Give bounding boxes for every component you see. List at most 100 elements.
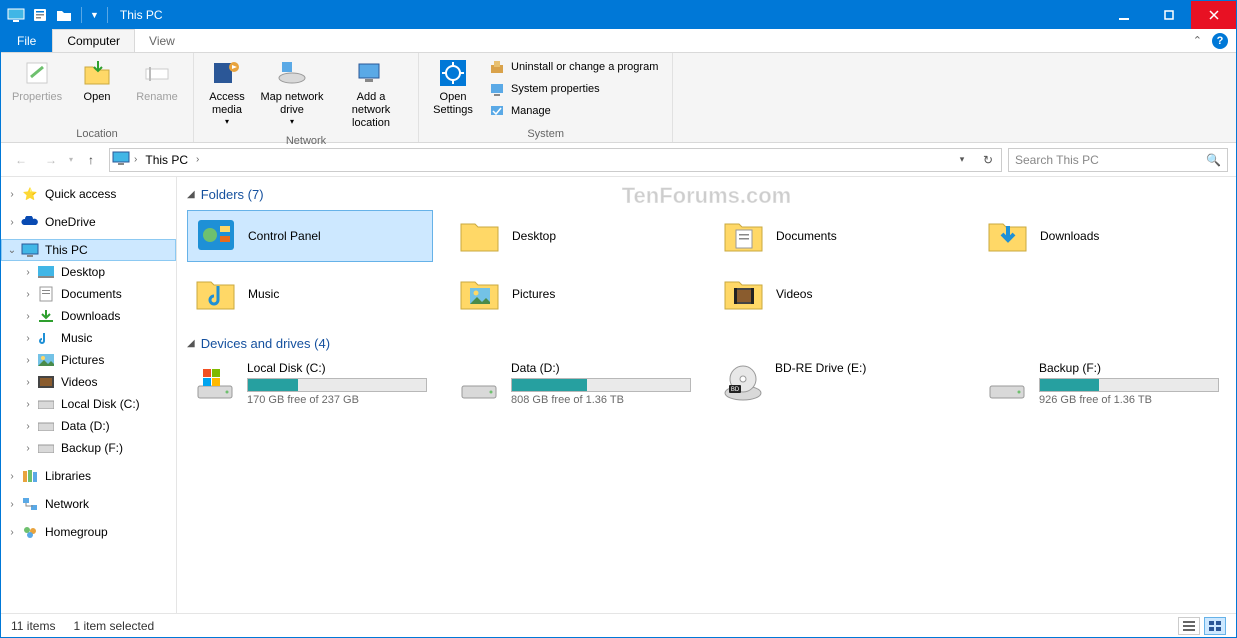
tab-view[interactable]: View xyxy=(135,29,189,52)
folder-label: Documents xyxy=(776,229,837,243)
tree-music[interactable]: ›Music xyxy=(1,327,176,349)
qat-properties-icon[interactable] xyxy=(29,4,51,26)
history-dropdown[interactable]: ▾ xyxy=(69,155,73,164)
folder-tile[interactable]: Control Panel xyxy=(187,210,433,262)
expand-icon[interactable]: › xyxy=(21,443,35,454)
folder-tile[interactable]: Desktop xyxy=(451,210,697,262)
bd-icon: BD xyxy=(721,361,765,405)
tree-libraries[interactable]: ›Libraries xyxy=(1,465,176,487)
drives-section-header[interactable]: ◢ Devices and drives (4) xyxy=(187,332,1226,359)
qat-this-pc-icon[interactable] xyxy=(5,4,27,26)
tree-quick-access[interactable]: › ⭐ Quick access xyxy=(1,183,176,205)
drive-tile[interactable]: Data (D:)808 GB free of 1.36 TB xyxy=(451,359,697,408)
drive-icon xyxy=(37,395,55,413)
status-bar: 11 items 1 item selected xyxy=(1,613,1236,637)
libraries-icon xyxy=(21,467,39,485)
expand-icon[interactable]: › xyxy=(5,499,19,510)
tree-this-pc[interactable]: ⌄ This PC xyxy=(1,239,176,261)
folders-section-header[interactable]: ◢ Folders (7) xyxy=(187,183,1226,210)
tab-computer[interactable]: Computer xyxy=(52,29,135,52)
expand-icon[interactable]: › xyxy=(5,189,19,200)
close-button[interactable] xyxy=(1191,1,1236,29)
address-crumb[interactable]: This PC xyxy=(141,153,192,167)
qat-separator xyxy=(107,7,108,23)
details-view-button[interactable] xyxy=(1178,617,1200,635)
maximize-button[interactable] xyxy=(1146,1,1191,29)
content-area[interactable]: TenForums.com ◢ Folders (7) Control Pane… xyxy=(177,177,1236,613)
settings-icon xyxy=(437,57,469,89)
tree-pictures[interactable]: ›Pictures xyxy=(1,349,176,371)
folder-label: Control Panel xyxy=(248,229,321,243)
tree-data-d[interactable]: ›Data (D:) xyxy=(1,415,176,437)
drive-tile[interactable]: BDBD-RE Drive (E:) xyxy=(715,359,961,408)
expand-icon[interactable]: › xyxy=(21,267,35,278)
crumb-separator[interactable]: › xyxy=(134,154,137,165)
navigation-row: ← → ▾ ↑ › This PC › ▾ ↻ Search This PC 🔍 xyxy=(1,143,1236,177)
tree-downloads[interactable]: ›Downloads xyxy=(1,305,176,327)
system-properties-button[interactable]: System properties xyxy=(485,79,662,99)
rename-button: Rename xyxy=(127,55,187,106)
documents-icon xyxy=(722,214,766,258)
ribbon-group-system: Open Settings Uninstall or change a prog… xyxy=(419,53,673,142)
expand-icon[interactable]: › xyxy=(5,527,19,538)
drive-usage-bar xyxy=(1039,378,1219,392)
qat-customize-dropdown[interactable]: ▼ xyxy=(90,10,99,20)
expand-icon[interactable]: › xyxy=(21,333,35,344)
tiles-view-button[interactable] xyxy=(1204,617,1226,635)
tree-backup-f[interactable]: ›Backup (F:) xyxy=(1,437,176,459)
expand-icon[interactable]: › xyxy=(5,471,19,482)
folder-label: Downloads xyxy=(1040,229,1099,243)
access-media-button[interactable]: Access media ▾ xyxy=(200,55,254,129)
address-bar[interactable]: › This PC › ▾ ↻ xyxy=(109,148,1002,172)
open-button[interactable]: Open xyxy=(67,55,127,106)
back-button[interactable]: ← xyxy=(9,148,33,172)
tree-local-c[interactable]: ›Local Disk (C:) xyxy=(1,393,176,415)
collapse-icon[interactable]: ⌄ xyxy=(5,245,19,256)
tree-network[interactable]: ›Network xyxy=(1,493,176,515)
tree-videos[interactable]: ›Videos xyxy=(1,371,176,393)
expand-icon[interactable]: › xyxy=(21,399,35,410)
forward-button[interactable]: → xyxy=(39,148,63,172)
refresh-button[interactable]: ↻ xyxy=(977,153,999,167)
manage-button[interactable]: Manage xyxy=(485,101,662,121)
expand-icon[interactable]: › xyxy=(21,355,35,366)
map-drive-button[interactable]: Map network drive ▾ xyxy=(254,55,330,129)
expand-icon[interactable]: › xyxy=(5,217,19,228)
media-icon xyxy=(211,57,243,89)
tree-homegroup[interactable]: ›Homegroup xyxy=(1,521,176,543)
folder-tile[interactable]: Pictures xyxy=(451,268,697,320)
folder-tile[interactable]: Music xyxy=(187,268,433,320)
tree-onedrive[interactable]: › OneDrive xyxy=(1,211,176,233)
desktop-icon xyxy=(37,263,55,281)
address-dropdown[interactable]: ▾ xyxy=(951,154,973,165)
drive-tile[interactable]: Local Disk (C:)170 GB free of 237 GB xyxy=(187,359,433,408)
drive-free-text: 170 GB free of 237 GB xyxy=(247,394,427,406)
add-network-location-button[interactable]: Add a network location xyxy=(330,55,412,133)
open-settings-button[interactable]: Open Settings xyxy=(425,55,481,119)
expand-icon[interactable]: › xyxy=(21,311,35,322)
navigation-pane[interactable]: › ⭐ Quick access › OneDrive ⌄ This PC ›D… xyxy=(1,177,177,613)
drive-tile[interactable]: Backup (F:)926 GB free of 1.36 TB xyxy=(979,359,1225,408)
expand-icon[interactable]: › xyxy=(21,289,35,300)
search-placeholder: Search This PC xyxy=(1015,153,1206,167)
uninstall-program-button[interactable]: Uninstall or change a program xyxy=(485,57,662,77)
tree-documents[interactable]: ›Documents xyxy=(1,283,176,305)
folder-tile[interactable]: Documents xyxy=(715,210,961,262)
search-icon: 🔍 xyxy=(1206,153,1221,167)
file-tab[interactable]: File xyxy=(1,29,52,52)
search-input[interactable]: Search This PC 🔍 xyxy=(1008,148,1228,172)
expand-icon[interactable]: › xyxy=(21,377,35,388)
this-pc-icon xyxy=(21,241,39,259)
collapse-ribbon-icon[interactable]: ⌃ xyxy=(1193,34,1202,47)
folder-tile[interactable]: Videos xyxy=(715,268,961,320)
crumb-separator[interactable]: › xyxy=(196,154,199,165)
control-panel-icon xyxy=(194,214,238,258)
minimize-button[interactable] xyxy=(1101,1,1146,29)
tree-desktop[interactable]: ›Desktop xyxy=(1,261,176,283)
expand-icon[interactable]: › xyxy=(21,421,35,432)
folder-tile[interactable]: Downloads xyxy=(979,210,1225,262)
ribbon-group-location: Properties Open Rename Location xyxy=(1,53,194,142)
qat-new-folder-icon[interactable] xyxy=(53,4,75,26)
help-button[interactable]: ? xyxy=(1212,33,1228,49)
up-button[interactable]: ↑ xyxy=(79,148,103,172)
